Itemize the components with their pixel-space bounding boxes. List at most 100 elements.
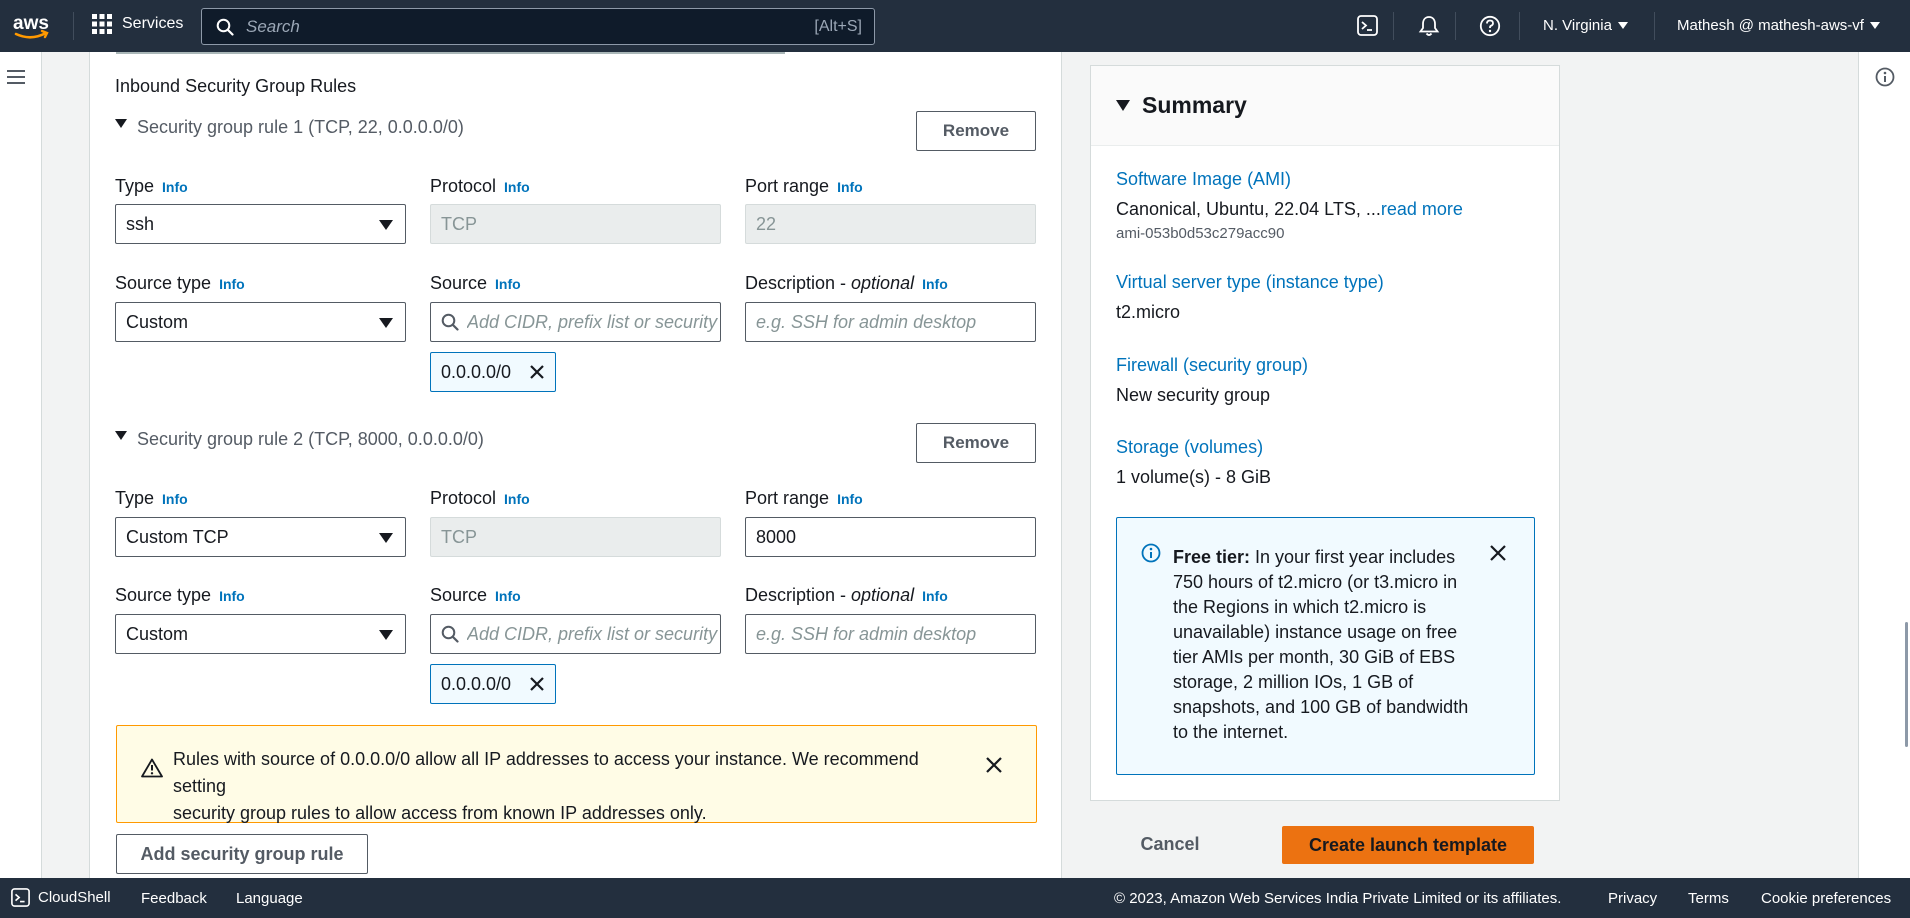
search-icon (216, 18, 234, 36)
source-label: Source Info (430, 273, 521, 294)
language-link[interactable]: Language (236, 890, 303, 907)
rule-2-protocol-field: TCP (430, 517, 721, 557)
account-menu[interactable]: Mathesh @ mathesh-aws-vf (1677, 17, 1880, 34)
rule-2-type-select[interactable]: Custom TCP (115, 517, 406, 557)
remove-rule-2-button[interactable]: Remove (916, 423, 1036, 463)
info-panel-icon[interactable] (1875, 67, 1895, 87)
collapse-triangle-icon (1116, 100, 1130, 111)
rule-1-source-type-select[interactable]: Custom (115, 302, 406, 342)
description-info-link[interactable]: Info (922, 276, 948, 292)
port-range-info-link[interactable]: Info (837, 179, 863, 195)
add-security-group-rule-button[interactable]: Add security group rule (116, 834, 368, 874)
source-type-info-link[interactable]: Info (219, 276, 245, 292)
protocol-label: Protocol Info (430, 176, 530, 197)
feedback-link[interactable]: Feedback (141, 890, 207, 907)
rule-1-description-field[interactable] (745, 302, 1036, 342)
cloudshell-footer-button[interactable]: CloudShell (11, 888, 111, 907)
rule-2-source-type-value: Custom (126, 623, 189, 644)
free-tier-line: storage, 2 million IOs, 1 GB of (1173, 672, 1414, 692)
optional-label: optional (851, 585, 915, 605)
region-selector[interactable]: N. Virginia (1543, 17, 1628, 34)
rule-2-description-input[interactable] (746, 615, 1035, 653)
source-type-label-text: Source type (115, 585, 212, 605)
caret-down-icon (1869, 22, 1880, 29)
topbar-divider (1393, 12, 1394, 40)
notifications-bell-icon[interactable] (1418, 15, 1440, 37)
source-label-text: Source (430, 585, 488, 605)
rule-2-title: Security group rule 2 (TCP, 8000, 0.0.0.… (137, 429, 484, 449)
instance-type-link[interactable]: Virtual server type (instance type) (1116, 272, 1384, 293)
summary-header[interactable]: Summary (1091, 66, 1559, 146)
protocol-info-link[interactable]: Info (504, 491, 530, 507)
firewall-link[interactable]: Firewall (security group) (1116, 355, 1308, 376)
remove-rule-1-button[interactable]: Remove (916, 111, 1036, 151)
cancel-button[interactable]: Cancel (1125, 826, 1215, 862)
rule-2-source-type-select[interactable]: Custom (115, 614, 406, 654)
privacy-link[interactable]: Privacy (1608, 890, 1657, 907)
free-tier-line: unavailable) instance usage on free (1173, 622, 1458, 642)
services-menu-button[interactable]: Services (92, 14, 183, 34)
source-info-link[interactable]: Info (495, 276, 521, 292)
rule-2-port-range-value: 8000 (756, 526, 797, 547)
caret-down-icon (379, 220, 393, 230)
remove-token-icon[interactable] (529, 676, 545, 692)
type-info-link[interactable]: Info (162, 179, 188, 195)
rule-1-type-select[interactable]: ssh (115, 204, 406, 244)
ami-link[interactable]: Software Image (AMI) (1116, 169, 1291, 190)
topbar-divider (1455, 12, 1456, 40)
rule-2-header[interactable]: Security group rule 2 (TCP, 8000, 0.0.0.… (115, 429, 484, 450)
rule-2-source-input[interactable] (459, 615, 720, 653)
free-tier-line: In your first year includes (1250, 547, 1456, 567)
cookie-preferences-link[interactable]: Cookie preferences (1761, 890, 1891, 907)
storage-link[interactable]: Storage (volumes) (1116, 437, 1263, 458)
rule-1-protocol-field: TCP (430, 204, 721, 244)
free-tier-message: Free tier: In your first year includes 7… (1173, 545, 1498, 745)
console-footer: CloudShell Feedback Language © 2023, Ama… (0, 878, 1910, 918)
rule-1-header[interactable]: Security group rule 1 (TCP, 22, 0.0.0.0/… (115, 117, 464, 138)
rule-1-source-input[interactable] (459, 303, 720, 341)
rule-2-source-field[interactable] (430, 614, 721, 654)
warning-message: Rules with source of 0.0.0.0/0 allow all… (173, 746, 973, 827)
terms-link[interactable]: Terms (1688, 890, 1729, 907)
region-label: N. Virginia (1543, 17, 1612, 34)
source-type-label: Source type Info (115, 273, 245, 294)
hamburger-menu-icon[interactable] (6, 68, 26, 86)
help-icon[interactable] (1479, 15, 1501, 37)
copyright-text: © 2023, Amazon Web Services India Privat… (1114, 890, 1562, 907)
source-type-info-link[interactable]: Info (219, 588, 245, 604)
caret-down-icon (379, 533, 393, 543)
source-info-link[interactable]: Info (495, 588, 521, 604)
close-icon[interactable] (1489, 544, 1507, 562)
source-type-label: Source type Info (115, 585, 245, 606)
free-tier-line: to the internet. (1173, 722, 1289, 742)
close-icon[interactable] (985, 756, 1003, 774)
rule-1-description-input[interactable] (746, 303, 1035, 341)
port-range-info-link[interactable]: Info (837, 491, 863, 507)
description-info-link[interactable]: Info (922, 588, 948, 604)
read-more-link[interactable]: read more (1381, 199, 1463, 219)
search-bar[interactable]: [Alt+S] (201, 8, 875, 45)
caret-down-icon (1617, 22, 1628, 29)
search-icon (441, 313, 459, 331)
optional-label: optional (851, 273, 915, 293)
collapse-triangle-icon (115, 119, 127, 128)
source-label-text: Source (430, 273, 488, 293)
topbar-divider (1654, 12, 1655, 40)
account-label: Mathesh @ mathesh-aws-vf (1677, 17, 1864, 34)
rule-2-port-range-field[interactable]: 8000 (745, 517, 1036, 557)
create-launch-template-button[interactable]: Create launch template (1282, 826, 1534, 864)
page-scrollbar-thumb[interactable] (1905, 622, 1908, 747)
rule-1-source-field[interactable] (430, 302, 721, 342)
caret-down-icon (379, 318, 393, 328)
free-tier-line: snapshots, and 100 GB of bandwidth (1173, 697, 1469, 717)
remove-token-icon[interactable] (529, 364, 545, 380)
aws-logo[interactable]: aws (12, 12, 52, 40)
warning-line-1: Rules with source of 0.0.0.0/0 allow all… (173, 749, 919, 796)
type-info-link[interactable]: Info (162, 491, 188, 507)
cloudshell-icon[interactable] (1357, 15, 1378, 36)
protocol-info-link[interactable]: Info (504, 179, 530, 195)
protocol-label-text: Protocol (430, 488, 497, 508)
rule-2-description-field[interactable] (745, 614, 1036, 654)
search-input[interactable] (246, 16, 815, 37)
free-tier-line: tier AMIs per month, 30 GiB of EBS (1173, 647, 1456, 667)
